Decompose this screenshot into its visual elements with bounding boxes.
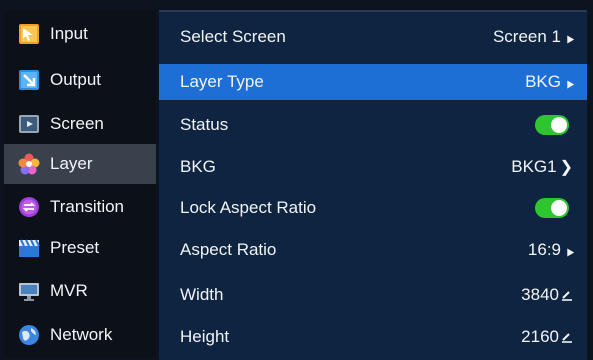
lock-aspect-ratio-toggle[interactable] — [535, 198, 569, 218]
select-screen-row[interactable]: Select Screen Screen 1 — [159, 19, 587, 55]
sidebar: Input Output Screen Layer Transition Pre… — [4, 10, 156, 358]
height-field[interactable]: 2160 — [521, 327, 573, 347]
layer-type-row[interactable]: Layer Type BKG — [159, 64, 587, 100]
aspect-ratio-row[interactable]: Aspect Ratio 16:9 — [159, 232, 587, 268]
sidebar-item-label: Input — [50, 24, 88, 43]
transition-icon — [18, 196, 40, 218]
sidebar-item-label: Screen — [50, 114, 104, 133]
sidebar-item-input[interactable]: Input — [4, 14, 156, 54]
network-icon — [18, 324, 40, 346]
height-label: Height — [180, 327, 230, 346]
toggle-knob — [551, 200, 567, 216]
sidebar-item-preset[interactable]: Preset — [4, 228, 156, 268]
sidebar-item-output[interactable]: Output — [4, 60, 156, 100]
sidebar-item-layer[interactable]: Layer — [4, 144, 156, 184]
screen-icon — [18, 113, 40, 135]
aspect-ratio-dropdown[interactable]: 16:9 — [527, 240, 575, 260]
height-value: 2160 — [521, 327, 559, 346]
layer-type-value: BKG — [525, 72, 561, 91]
lock-aspect-ratio-row[interactable]: Lock Aspect Ratio — [159, 190, 587, 226]
select-screen-label: Select Screen — [180, 27, 286, 46]
sidebar-item-network[interactable]: Network — [4, 315, 156, 355]
input-icon — [18, 23, 40, 45]
sidebar-item-label: Layer — [50, 154, 93, 173]
sidebar-item-screen[interactable]: Screen — [4, 104, 156, 144]
height-row[interactable]: Height 2160 — [159, 319, 587, 355]
dropdown-arrow-icon — [563, 32, 575, 44]
bkg-row[interactable]: BKG BKG1 ❯ — [159, 149, 587, 185]
status-toggle[interactable] — [535, 115, 569, 135]
layer-type-dropdown[interactable]: BKG — [525, 72, 575, 92]
width-field[interactable]: 3840 — [521, 285, 573, 305]
lock-aspect-ratio-label: Lock Aspect Ratio — [180, 198, 317, 217]
bkg-label: BKG — [180, 157, 216, 176]
sidebar-item-label: Network — [50, 325, 113, 344]
layer-type-label: Layer Type — [180, 72, 264, 91]
sidebar-item-label: Output — [50, 70, 102, 89]
aspect-ratio-label: Aspect Ratio — [180, 240, 277, 259]
sidebar-item-label: MVR — [50, 281, 88, 300]
mvr-icon — [18, 280, 40, 302]
status-row[interactable]: Status — [159, 107, 587, 143]
width-value: 3840 — [521, 285, 559, 304]
status-label: Status — [180, 115, 229, 134]
edit-icon — [561, 331, 573, 343]
toggle-knob — [551, 117, 567, 133]
chevron-right-icon: ❯ — [559, 159, 573, 176]
dropdown-arrow-icon — [563, 245, 575, 257]
output-icon — [18, 69, 40, 91]
width-label: Width — [180, 285, 224, 304]
sidebar-item-label: Preset — [50, 238, 100, 257]
bkg-value: BKG1 — [511, 157, 557, 176]
layer-icon — [18, 153, 40, 175]
sidebar-item-mvr[interactable]: MVR — [4, 271, 156, 311]
sidebar-item-transition[interactable]: Transition — [4, 187, 156, 227]
dropdown-arrow-icon — [563, 77, 575, 89]
width-row[interactable]: Width 3840 — [159, 277, 587, 313]
bkg-selector[interactable]: BKG1 ❯ — [511, 157, 573, 177]
edit-icon — [561, 289, 573, 301]
preset-icon — [18, 237, 40, 259]
sidebar-item-label: Transition — [50, 197, 125, 216]
select-screen-dropdown[interactable]: Screen 1 — [492, 27, 575, 47]
aspect-ratio-value: 16:9 — [527, 240, 561, 259]
device-screen: Input Output Screen Layer Transition Pre… — [0, 0, 593, 360]
layer-settings-panel: Select Screen Screen 1 Layer Type BKG St… — [159, 10, 587, 360]
select-screen-value: Screen 1 — [492, 27, 561, 46]
